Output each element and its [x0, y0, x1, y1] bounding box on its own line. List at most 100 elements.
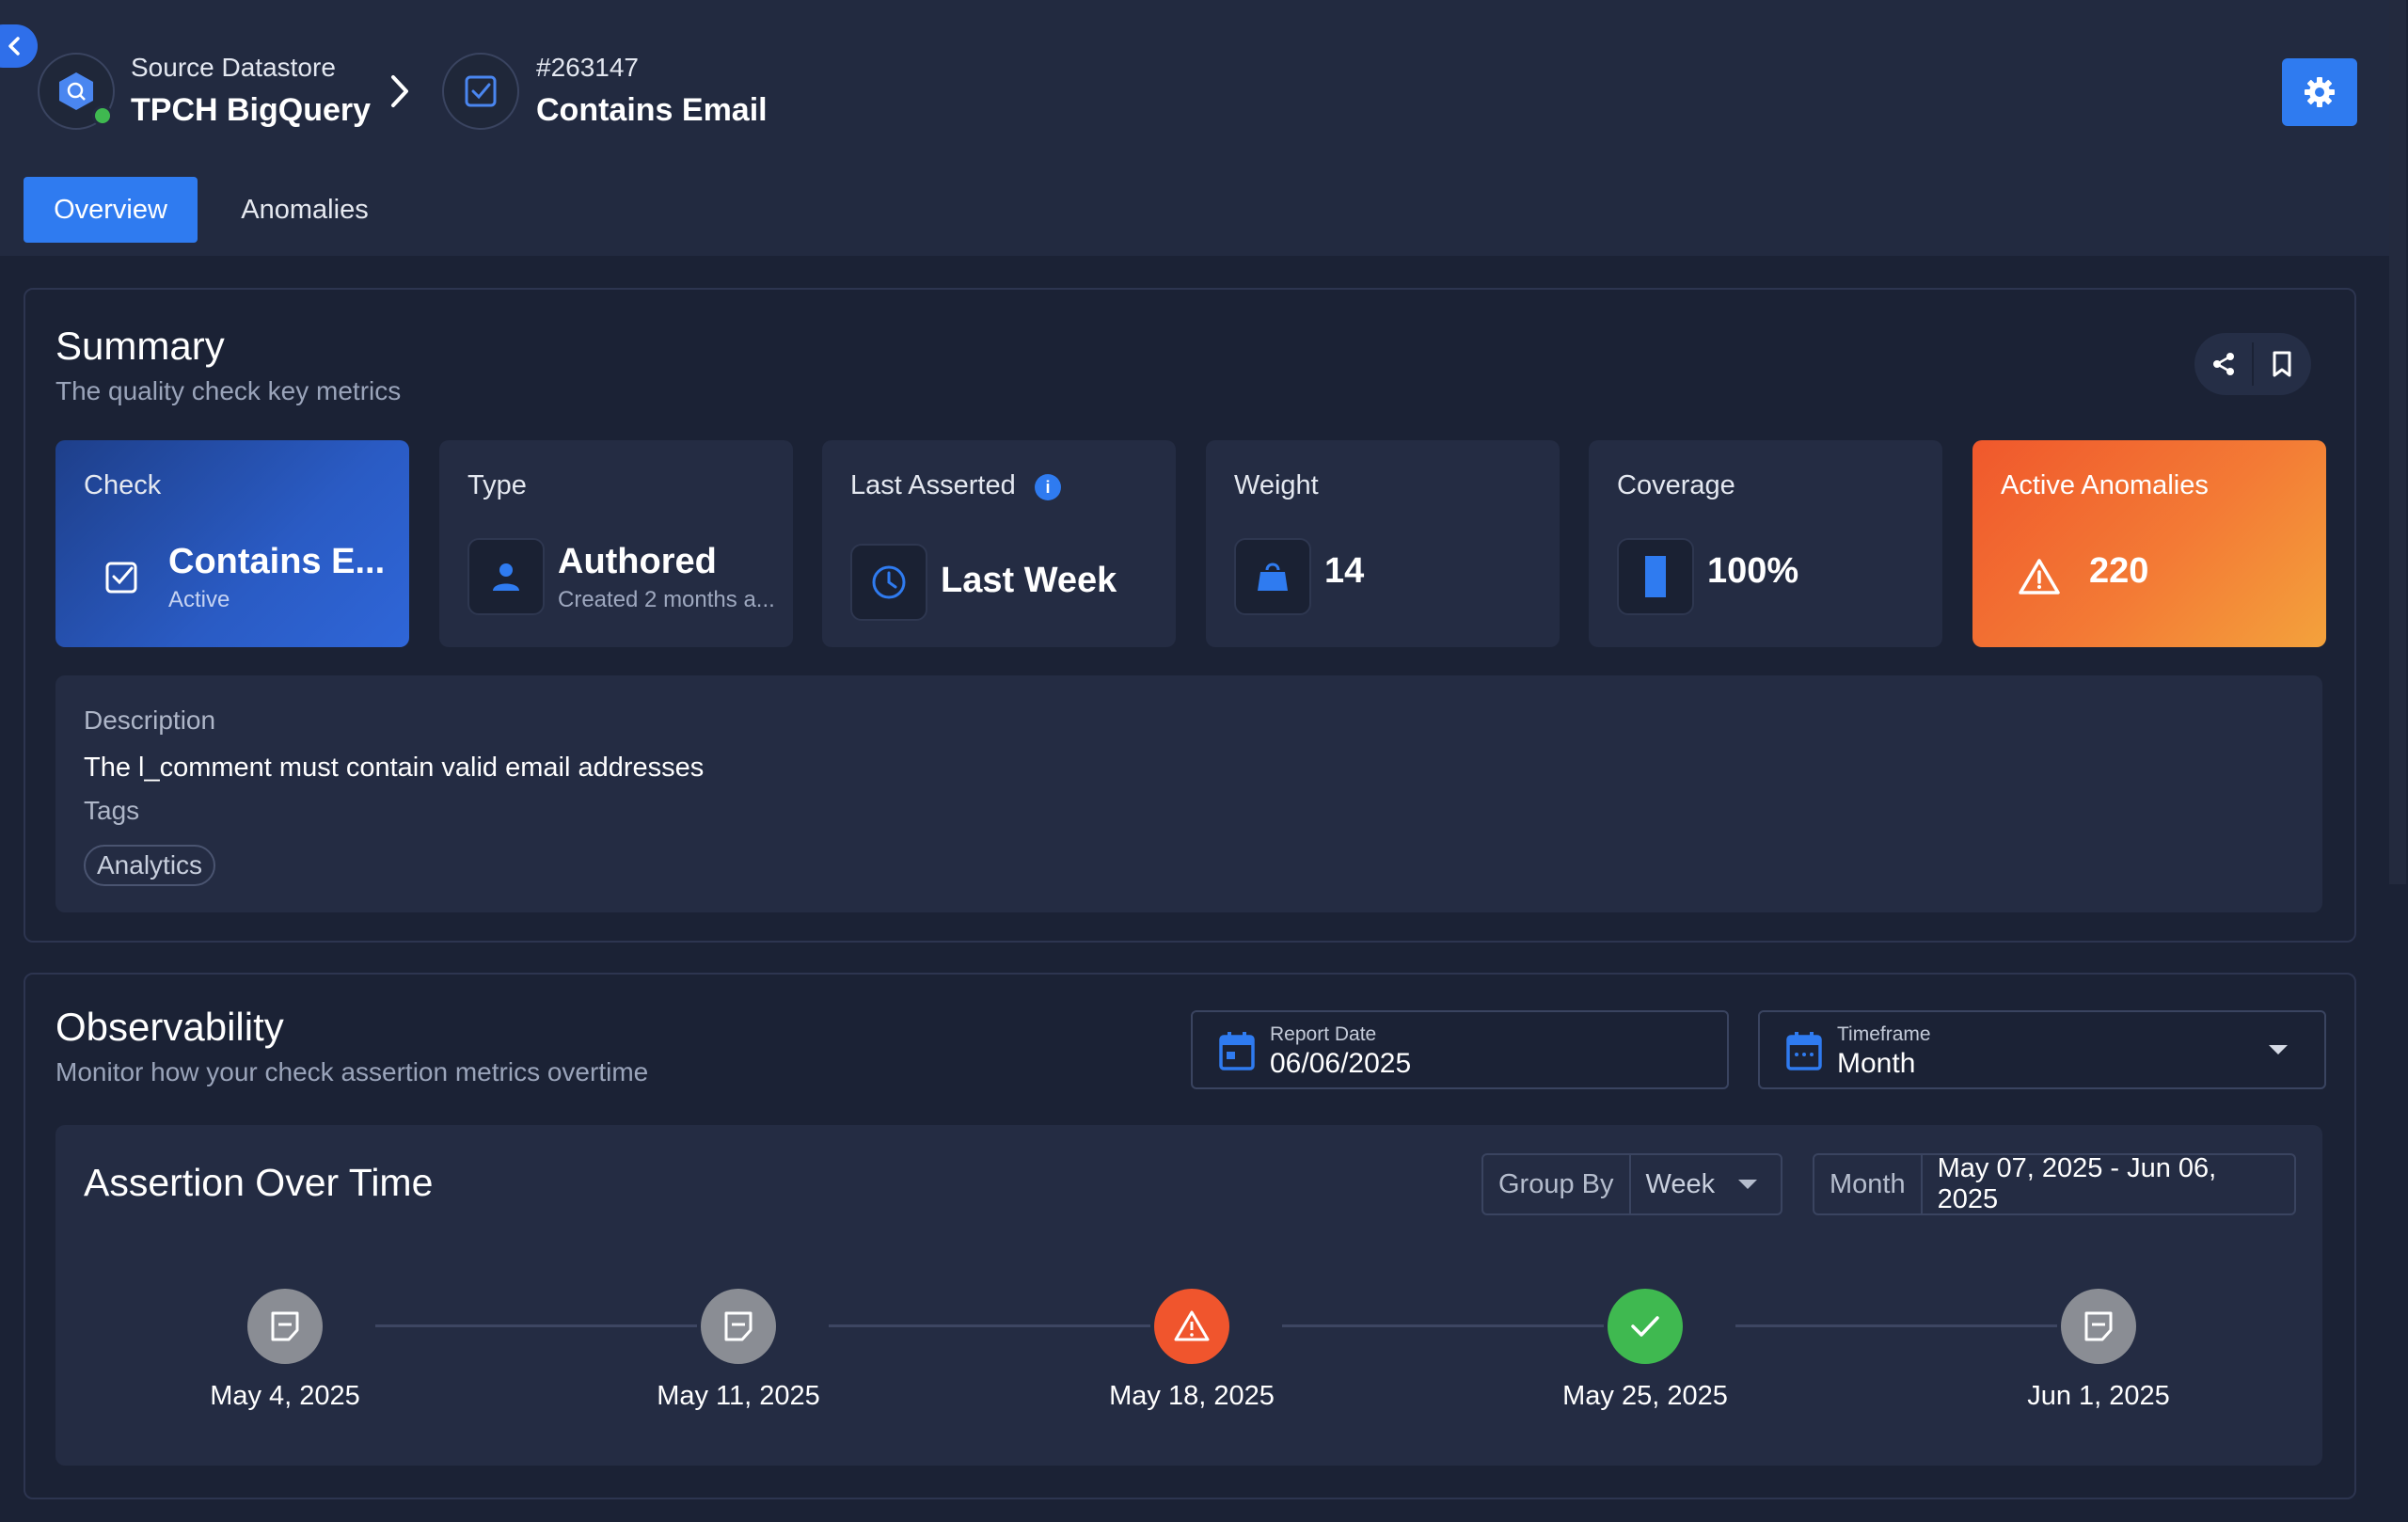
timeline-date: Jun 1, 2025 [2027, 1381, 2170, 1411]
description-label: Description [84, 706, 216, 735]
coverage-card-label: Coverage [1617, 470, 1735, 500]
timeline-node-passed[interactable] [1608, 1289, 1683, 1364]
check-name: Contains Email [536, 92, 768, 128]
timeline-connector [1282, 1324, 1604, 1327]
timeline-connector [1735, 1324, 2057, 1327]
chevron-left-icon [8, 37, 20, 55]
last-asserted-iconbox [850, 544, 927, 621]
tag-chip[interactable]: Analytics [84, 845, 216, 886]
summary-title: Summary [55, 324, 225, 368]
active-anomalies-value: 220 [2089, 551, 2149, 591]
timeline-connector [829, 1324, 1150, 1327]
last-asserted-value: Last Week [941, 561, 1117, 600]
active-anomalies-card[interactable]: Active Anomalies 220 [1972, 440, 2326, 647]
timeframe-value: Month [1837, 1048, 1916, 1079]
back-button[interactable] [0, 24, 38, 68]
summary-actions [2194, 333, 2311, 395]
warning-icon [1174, 1310, 1210, 1341]
timeline-date: May 4, 2025 [210, 1381, 360, 1411]
assertion-over-time-box: Assertion Over Time Group By Week Month … [55, 1125, 2322, 1466]
assertion-title: Assertion Over Time [84, 1161, 434, 1204]
timeline-date: May 11, 2025 [657, 1381, 820, 1411]
tab-overview[interactable]: Overview [24, 177, 198, 243]
caret-down-icon [2269, 1045, 2288, 1054]
page-header: Source Datastore TPCH BigQuery #263147 C… [0, 0, 2389, 256]
weight-card-iconbox [1234, 538, 1311, 615]
active-anomalies-label: Active Anomalies [2001, 470, 2209, 500]
check-card[interactable]: Check Contains E... Active [55, 440, 409, 647]
check-icon-badge [442, 53, 519, 130]
timeframe-select[interactable]: Timeframe Month [1758, 1010, 2326, 1089]
share-button[interactable] [2194, 333, 2252, 395]
caret-down-icon [1738, 1180, 1758, 1189]
bookmark-button[interactable] [2254, 333, 2311, 395]
group-by-value: Week [1645, 1168, 1716, 1199]
timeline-date: May 25, 2025 [1562, 1381, 1728, 1411]
chevron-right-icon [391, 75, 408, 107]
note-icon [724, 1311, 752, 1341]
scrollbar-thumb[interactable] [2389, 0, 2406, 884]
check-card-status: Active [168, 587, 230, 612]
check-card-value: Contains E... [168, 542, 386, 581]
checkbox-icon [465, 75, 497, 107]
date-range-value: May 07, 2025 - Jun 06, 2025 [1937, 1153, 2217, 1214]
group-by-select[interactable]: Group By Week [1481, 1153, 1782, 1215]
datastore-icon-badge [38, 53, 115, 130]
bookmark-icon [2273, 351, 2291, 377]
note-icon [271, 1311, 299, 1341]
group-by-label: Group By [1483, 1155, 1631, 1213]
clock-icon [872, 565, 906, 599]
timeline-node-no-data[interactable] [2061, 1289, 2136, 1364]
check-card-label: Check [84, 470, 162, 500]
checkbox-icon [105, 562, 137, 594]
type-card: Type Authored Created 2 months a... [439, 440, 793, 647]
timeframe-label: Timeframe [1837, 1023, 1931, 1045]
calendar-icon [1219, 1032, 1255, 1070]
report-date-field[interactable]: Report Date 06/06/2025 [1191, 1010, 1729, 1089]
summary-subtitle: The quality check key metrics [55, 376, 402, 405]
coverage-card: Coverage 100% [1589, 440, 1942, 647]
date-range-label: Month [1814, 1155, 1923, 1213]
observability-subtitle: Monitor how your check assertion metrics… [55, 1057, 649, 1086]
type-card-value: Authored [558, 542, 717, 581]
bar-icon [1645, 556, 1666, 597]
type-card-created: Created 2 months a... [558, 587, 775, 612]
share-icon [2212, 353, 2234, 375]
timeline-node-no-data[interactable] [701, 1289, 776, 1364]
date-range-picker[interactable]: Month May 07, 2025 - Jun 06, 2025 [1813, 1153, 2296, 1215]
source-datastore-label: Source Datastore [131, 53, 336, 82]
status-online-dot [92, 105, 113, 126]
check-icon [1631, 1316, 1659, 1337]
bigquery-icon [59, 72, 93, 110]
report-date-label: Report Date [1270, 1023, 1377, 1045]
gear-icon [2305, 77, 2335, 107]
timeline-node-anomaly[interactable] [1154, 1289, 1229, 1364]
coverage-card-iconbox [1617, 538, 1694, 615]
type-card-label: Type [467, 470, 527, 500]
summary-panel: Summary The quality check key metrics Ch… [24, 288, 2356, 943]
observability-panel: Observability Monitor how your check ass… [24, 973, 2356, 1499]
calendar-icon [1786, 1032, 1822, 1070]
info-icon[interactable]: i [1035, 474, 1061, 500]
timeline-connector [375, 1324, 697, 1327]
check-id: #263147 [536, 53, 640, 82]
coverage-fill [1645, 556, 1666, 597]
settings-button[interactable] [2282, 58, 2357, 126]
timeline-node-no-data[interactable] [247, 1289, 323, 1364]
coverage-card-value: 100% [1707, 551, 1799, 591]
tab-anomalies[interactable]: Anomalies [219, 177, 390, 243]
weight-card-label: Weight [1234, 470, 1319, 500]
description-box: Description The l_comment must contain v… [55, 675, 2322, 912]
warning-icon [2019, 559, 2060, 595]
timeline-date: May 18, 2025 [1109, 1381, 1275, 1411]
active-anomalies-iconbox [2001, 538, 2078, 615]
note-icon [2084, 1311, 2113, 1341]
last-asserted-card: Last Asserted i Last Week [822, 440, 1176, 647]
user-icon [493, 563, 519, 591]
last-asserted-label: Last Asserted [850, 470, 1016, 500]
type-card-iconbox [467, 538, 545, 615]
description-text: The l_comment must contain valid email a… [84, 753, 705, 783]
report-date-value: 06/06/2025 [1270, 1048, 1412, 1079]
weight-card: Weight 14 [1206, 440, 1560, 647]
source-datastore-name[interactable]: TPCH BigQuery [131, 92, 371, 129]
